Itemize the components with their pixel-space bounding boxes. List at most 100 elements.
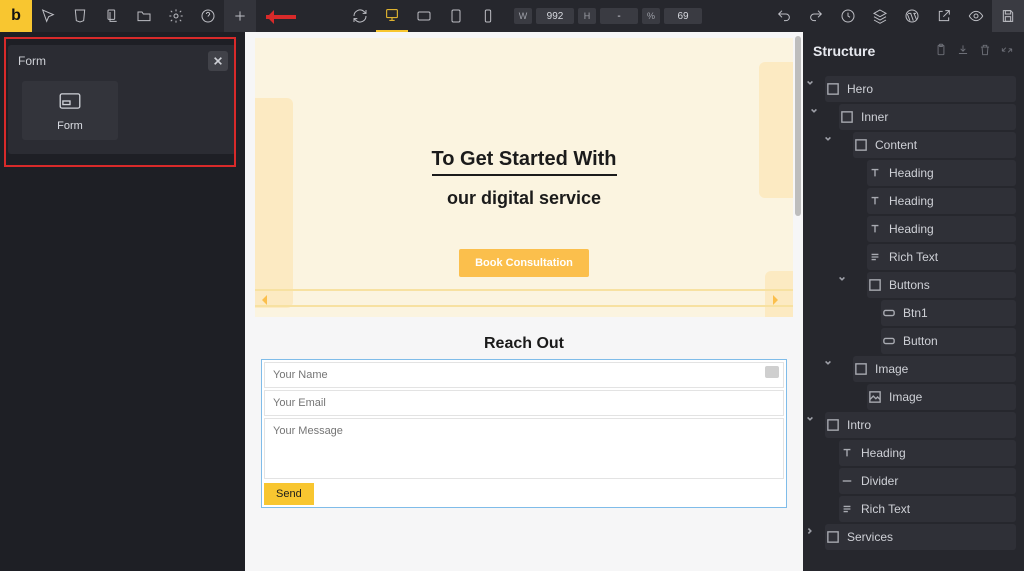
chevron-down-icon[interactable] bbox=[821, 126, 835, 152]
canvas-scrollbar[interactable] bbox=[795, 32, 801, 571]
mobile-icon[interactable] bbox=[472, 0, 504, 32]
layers-icon[interactable] bbox=[864, 0, 896, 32]
paragraph-icon bbox=[867, 251, 883, 263]
text-icon bbox=[867, 167, 883, 179]
tree-node-buttons[interactable]: Buttons bbox=[867, 272, 1016, 298]
reach-out-heading[interactable]: Reach Out bbox=[255, 335, 793, 353]
section-icon bbox=[825, 419, 841, 431]
tree-label: Divider bbox=[861, 474, 898, 488]
tree-node-heading[interactable]: Heading bbox=[867, 216, 1016, 242]
trash-icon[interactable] bbox=[978, 43, 992, 60]
chevron-down-icon[interactable] bbox=[803, 406, 817, 432]
tree-node-hero[interactable]: Hero bbox=[825, 76, 1016, 102]
button-icon bbox=[881, 335, 897, 347]
tree-label: Button bbox=[903, 334, 938, 348]
tree-node-image-group[interactable]: Image bbox=[853, 356, 1016, 382]
tree-node-services[interactable]: Services bbox=[825, 524, 1016, 550]
email-field[interactable] bbox=[265, 391, 783, 415]
pages-icon[interactable] bbox=[96, 0, 128, 32]
tablet-portrait-icon[interactable] bbox=[440, 0, 472, 32]
close-icon[interactable] bbox=[208, 51, 228, 71]
button-icon bbox=[881, 307, 897, 319]
tree-label: Rich Text bbox=[861, 502, 910, 516]
container-icon bbox=[853, 139, 869, 151]
tree-node-heading[interactable]: Heading bbox=[839, 440, 1016, 466]
structure-title: Structure bbox=[813, 43, 875, 59]
cursor-icon[interactable] bbox=[32, 0, 64, 32]
form-popover: Form Form bbox=[8, 45, 236, 154]
tree-node-richtext[interactable]: Rich Text bbox=[839, 496, 1016, 522]
message-field[interactable] bbox=[265, 419, 783, 473]
dim-w-value[interactable]: 992 bbox=[536, 8, 574, 24]
image-icon bbox=[867, 391, 883, 403]
clipboard-icon[interactable] bbox=[934, 43, 948, 60]
scrollbar-thumb[interactable] bbox=[795, 36, 801, 216]
form-popover-title: Form bbox=[18, 54, 46, 68]
contact-form[interactable]: Send bbox=[261, 359, 787, 508]
help-icon[interactable] bbox=[192, 0, 224, 32]
chevron-down-icon[interactable] bbox=[835, 266, 849, 292]
chevron-left-icon[interactable] bbox=[257, 295, 267, 305]
reach-out-section[interactable]: Reach Out Send bbox=[255, 335, 793, 508]
tree-node-content[interactable]: Content bbox=[853, 132, 1016, 158]
tree-label: Image bbox=[875, 362, 908, 376]
dim-pct-label: % bbox=[642, 8, 660, 24]
send-button[interactable]: Send bbox=[264, 483, 314, 505]
hero-heading-2[interactable]: our digital service bbox=[275, 188, 773, 209]
tree-label: Heading bbox=[861, 446, 906, 460]
chevron-down-icon[interactable] bbox=[821, 350, 835, 376]
text-icon bbox=[867, 223, 883, 235]
canvas[interactable]: To Get Started With our digital service … bbox=[245, 32, 803, 571]
topbar: b W 992 H - % 69 bbox=[0, 0, 1024, 32]
tree-label: Btn1 bbox=[903, 306, 928, 320]
tablet-landscape-icon[interactable] bbox=[408, 0, 440, 32]
tree-label: Content bbox=[875, 138, 917, 152]
dim-w-label: W bbox=[514, 8, 532, 24]
tree-node-divider[interactable]: Divider bbox=[839, 468, 1016, 494]
dim-h-value[interactable]: - bbox=[600, 8, 638, 24]
tree-node-heading[interactable]: Heading bbox=[867, 188, 1016, 214]
collapse-icon[interactable] bbox=[1000, 43, 1014, 60]
wordpress-icon[interactable] bbox=[896, 0, 928, 32]
form-element-tile[interactable]: Form bbox=[22, 81, 118, 140]
history-icon[interactable] bbox=[832, 0, 864, 32]
text-icon bbox=[839, 447, 855, 459]
tree-node-image[interactable]: Image bbox=[867, 384, 1016, 410]
tree-label: Heading bbox=[889, 166, 934, 180]
form-tile-label: Form bbox=[22, 120, 118, 132]
redo-icon[interactable] bbox=[800, 0, 832, 32]
book-consultation-button[interactable]: Book Consultation bbox=[459, 249, 589, 277]
tree-label: Heading bbox=[889, 194, 934, 208]
tree-node-btn1[interactable]: Btn1 bbox=[881, 300, 1016, 326]
tree-node-heading[interactable]: Heading bbox=[867, 160, 1016, 186]
folder-icon[interactable] bbox=[128, 0, 160, 32]
refresh-icon[interactable] bbox=[344, 0, 376, 32]
gear-icon[interactable] bbox=[160, 0, 192, 32]
tree-label: Inner bbox=[861, 110, 888, 124]
name-field[interactable] bbox=[265, 363, 783, 387]
tree-node-inner[interactable]: Inner bbox=[839, 104, 1016, 130]
tree-node-intro[interactable]: Intro bbox=[825, 412, 1016, 438]
hero-section[interactable]: To Get Started With our digital service … bbox=[255, 38, 793, 317]
external-link-icon[interactable] bbox=[928, 0, 960, 32]
tree-label: Heading bbox=[889, 222, 934, 236]
undo-icon[interactable] bbox=[768, 0, 800, 32]
chevron-down-icon[interactable] bbox=[803, 70, 817, 96]
preview-icon[interactable] bbox=[960, 0, 992, 32]
tree-node-richtext[interactable]: Rich Text bbox=[867, 244, 1016, 270]
hero-heading-1[interactable]: To Get Started With bbox=[432, 148, 617, 176]
structure-tree[interactable]: Hero Inner Content Heading Heading Headi… bbox=[803, 70, 1024, 552]
tree-label: Intro bbox=[847, 418, 871, 432]
structure-panel: Structure Hero Inner Content Heading Hea… bbox=[803, 32, 1024, 571]
save-icon[interactable] bbox=[992, 0, 1024, 32]
chevron-right-icon[interactable] bbox=[773, 295, 783, 305]
tree-node-button[interactable]: Button bbox=[881, 328, 1016, 354]
chevron-down-icon[interactable] bbox=[807, 98, 821, 124]
desktop-breakpoint-icon[interactable] bbox=[376, 0, 408, 32]
dim-pct-value[interactable]: 69 bbox=[664, 8, 702, 24]
css-icon[interactable] bbox=[64, 0, 96, 32]
container-icon bbox=[867, 279, 883, 291]
add-element-button[interactable] bbox=[224, 0, 256, 32]
download-icon[interactable] bbox=[956, 43, 970, 60]
chevron-right-icon[interactable] bbox=[803, 518, 817, 544]
